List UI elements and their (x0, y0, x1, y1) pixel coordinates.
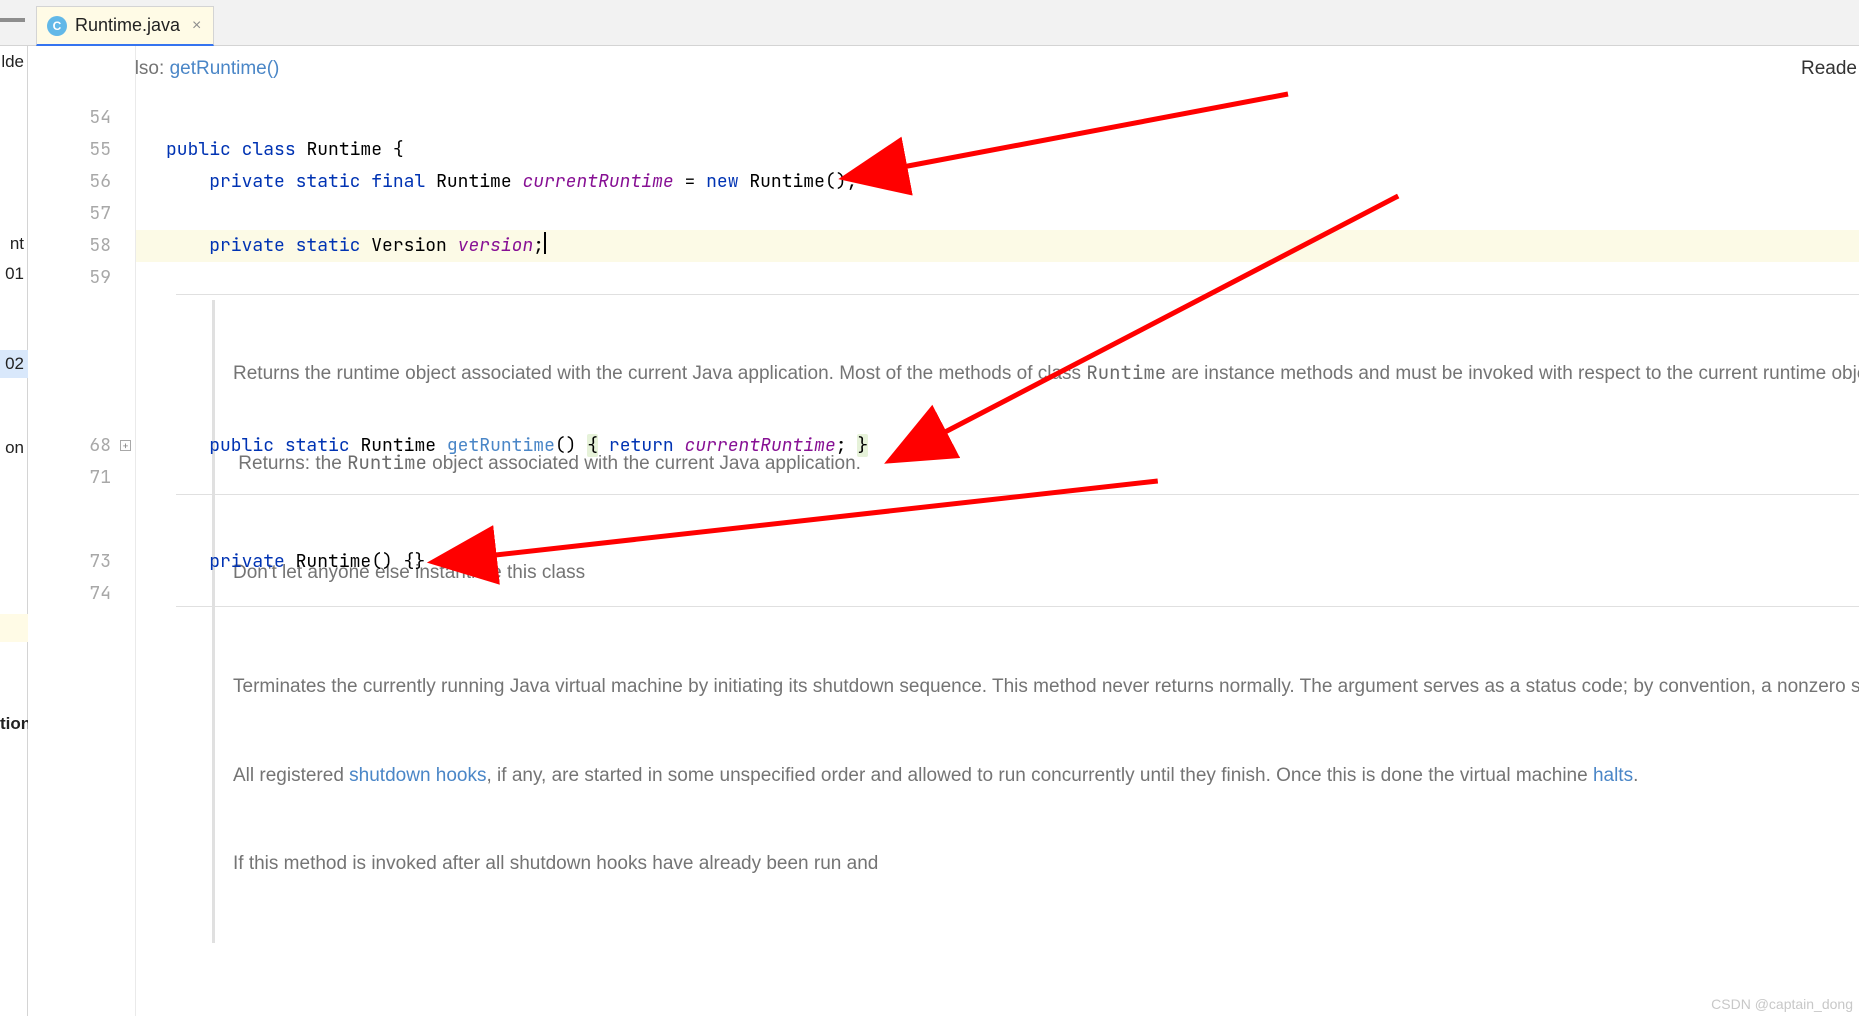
code-line[interactable]: public class Runtime { (136, 134, 1859, 166)
code-line[interactable]: private Runtime() {} (136, 546, 1859, 578)
sliver-text: on (0, 438, 28, 458)
fold-collapsed-icon[interactable]: + (120, 440, 131, 451)
code-line-current[interactable]: private static Version version; (136, 230, 1859, 262)
doc-separator (176, 294, 1859, 295)
line-number: 68 (89, 430, 111, 462)
sliver-highlight (0, 614, 28, 642)
line-number: 71 (89, 462, 111, 494)
tab-drag-handle-icon[interactable] (0, 18, 25, 22)
line-number: 74 (89, 578, 111, 610)
sliver-text: lde (0, 52, 28, 72)
java-class-icon: C (47, 16, 67, 36)
code-line[interactable]: private static final Runtime currentRunt… (136, 166, 1859, 198)
sliver-text: nt (0, 234, 28, 254)
sliver-text: 02 (0, 350, 28, 378)
line-number: 73 (89, 546, 111, 578)
line-number: 54 (89, 102, 111, 134)
javadoc-block: Terminates the currently running Java vi… (212, 614, 1032, 943)
text-cursor (544, 232, 546, 254)
doc-separator (176, 494, 1859, 495)
line-number: 57 (89, 198, 111, 230)
file-tab-label: Runtime.java (75, 15, 180, 36)
tab-bar: C Runtime.java × (0, 0, 1859, 46)
line-number: 59 (89, 262, 111, 294)
doc-link-halts[interactable]: halts (1593, 765, 1633, 786)
left-panel-sliver: lde nt 01 02 on tion (0, 46, 28, 1016)
close-icon[interactable]: × (192, 17, 201, 35)
code-editor[interactable]: See Also: getRuntime() Reade 54 55 56 57… (28, 46, 1859, 1016)
line-number: 55 (89, 134, 111, 166)
code-line[interactable]: public static Runtime getRuntime() { ret… (136, 430, 1859, 462)
line-number-gutter[interactable]: 54 55 56 57 58 59 68 71 73 74 + (28, 46, 136, 1016)
line-number: 56 (89, 166, 111, 198)
watermark: CSDN @captain_dong (1711, 996, 1853, 1012)
doc-link-shutdown-hooks[interactable]: shutdown hooks (349, 765, 486, 786)
line-number: 58 (89, 230, 111, 262)
code-area[interactable]: public class Runtime { private static fi… (136, 46, 1859, 1016)
sliver-text: 01 (0, 264, 28, 284)
method-name: getRuntime (447, 434, 555, 457)
file-tab-runtime[interactable]: C Runtime.java × (36, 6, 214, 46)
sliver-text: tion (0, 714, 28, 734)
doc-separator (176, 606, 1859, 607)
